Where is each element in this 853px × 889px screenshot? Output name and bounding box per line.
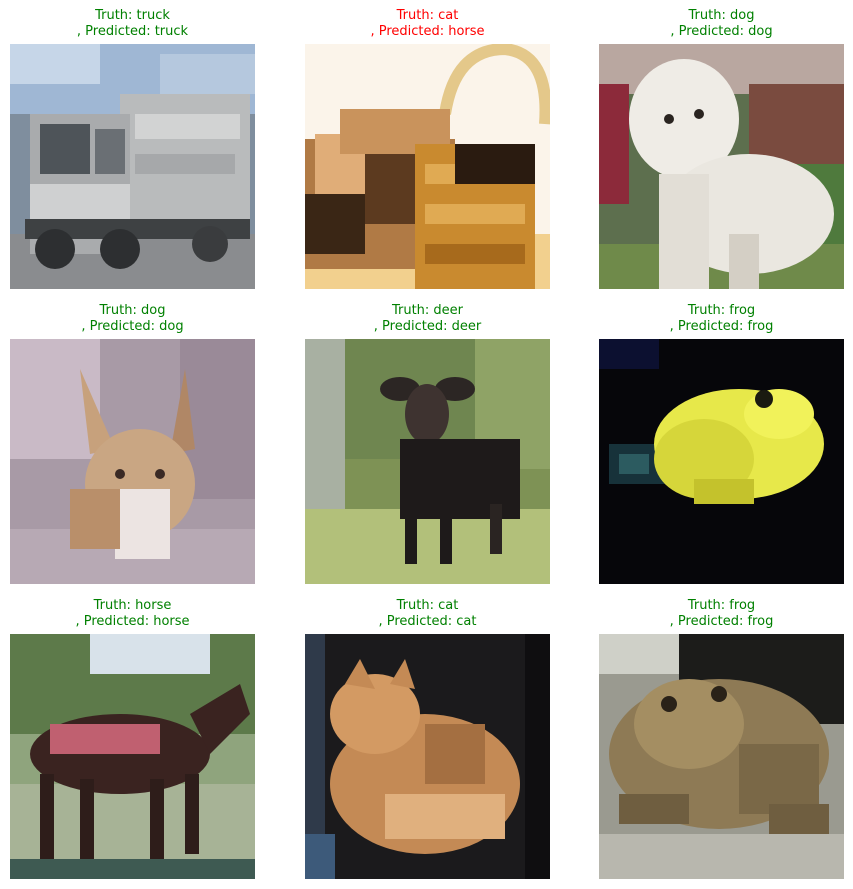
panel-caption: Truth: frog , Predicted: frog bbox=[599, 598, 844, 630]
yellow-frog-image bbox=[599, 339, 844, 584]
truth-label: Truth: dog bbox=[688, 8, 755, 23]
panel-caption: Truth: dog , Predicted: dog bbox=[599, 8, 844, 40]
panel-8: Truth: cat , Predicted: cat bbox=[305, 590, 550, 879]
truth-label: Truth: cat bbox=[396, 8, 459, 23]
panel-caption: Truth: dog , Predicted: dog bbox=[10, 303, 255, 335]
panel-5: Truth: deer , Predicted: deer bbox=[305, 295, 550, 584]
truth-label: Truth: deer bbox=[391, 303, 464, 318]
panel-caption: Truth: deer , Predicted: deer bbox=[305, 303, 550, 335]
dog-image bbox=[10, 339, 255, 584]
panel-caption: Truth: horse , Predicted: horse bbox=[10, 598, 255, 630]
predicted-label: , Predicted: cat bbox=[378, 614, 477, 629]
poodle-image bbox=[599, 44, 844, 289]
panel-6: Truth: frog , Predicted: frog bbox=[599, 295, 844, 584]
truth-label: Truth: frog bbox=[687, 303, 756, 318]
panel-2: Truth: cat , Predicted: horse bbox=[305, 0, 550, 289]
truth-label: Truth: cat bbox=[396, 598, 459, 613]
predicted-label: , Predicted: deer bbox=[373, 319, 482, 334]
truck-image bbox=[10, 44, 255, 289]
horse-image bbox=[10, 634, 255, 879]
truth-label: Truth: dog bbox=[99, 303, 166, 318]
truth-label: Truth: frog bbox=[687, 598, 756, 613]
predicted-label: , Predicted: horse bbox=[75, 614, 190, 629]
panel-caption: Truth: truck , Predicted: truck bbox=[10, 8, 255, 40]
truth-label: Truth: truck bbox=[95, 8, 170, 23]
cat-in-box-image bbox=[305, 634, 550, 879]
truth-label: Truth: horse bbox=[93, 598, 172, 613]
toad-image bbox=[599, 634, 844, 879]
panel-7: Truth: horse , Predicted: horse bbox=[10, 590, 255, 879]
predicted-label: , Predicted: dog bbox=[81, 319, 184, 334]
predicted-label: , Predicted: frog bbox=[669, 319, 774, 334]
kittens-basket-image bbox=[305, 44, 550, 289]
predicted-label: , Predicted: frog bbox=[669, 614, 774, 629]
panel-caption: Truth: cat , Predicted: cat bbox=[305, 598, 550, 630]
panel-4: Truth: dog , Predicted: dog bbox=[10, 295, 255, 584]
predicted-label: , Predicted: horse bbox=[370, 24, 485, 39]
moose-image bbox=[305, 339, 550, 584]
panel-1: Truth: truck , Predicted: truck bbox=[10, 0, 255, 289]
panel-3: Truth: dog , Predicted: dog bbox=[599, 0, 844, 289]
predicted-label: , Predicted: dog bbox=[670, 24, 773, 39]
panel-caption: Truth: frog , Predicted: frog bbox=[599, 303, 844, 335]
panel-caption: Truth: cat , Predicted: horse bbox=[305, 8, 550, 40]
predicted-label: , Predicted: truck bbox=[76, 24, 189, 39]
panel-9: Truth: frog , Predicted: frog bbox=[599, 590, 844, 879]
